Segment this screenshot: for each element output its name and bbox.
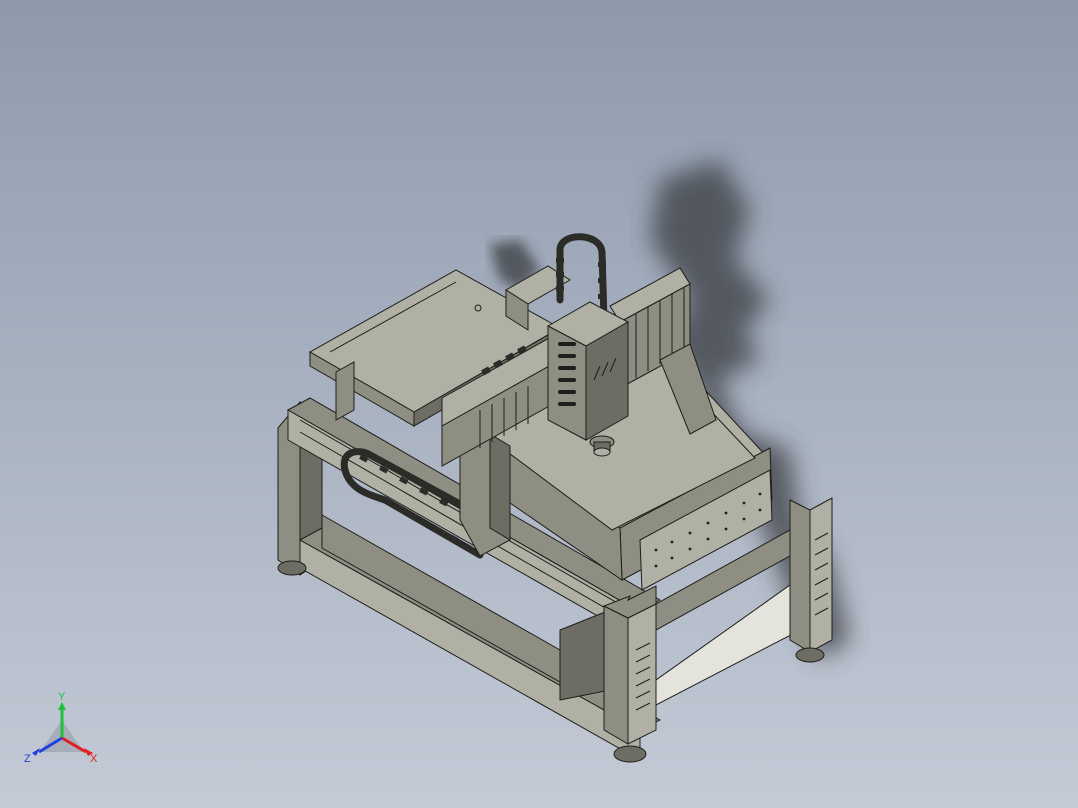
- cnc-router-model[interactable]: [0, 0, 1078, 808]
- y-axis-arrow: [58, 702, 66, 710]
- axis-triad[interactable]: Y X Z: [22, 690, 112, 770]
- y-axis-label: Y: [58, 691, 66, 703]
- z-axis-label: Z: [24, 753, 31, 765]
- 3d-viewport[interactable]: Y X Z: [0, 0, 1078, 808]
- x-axis-label: X: [90, 753, 98, 765]
- z-axis-arrow: [32, 748, 40, 756]
